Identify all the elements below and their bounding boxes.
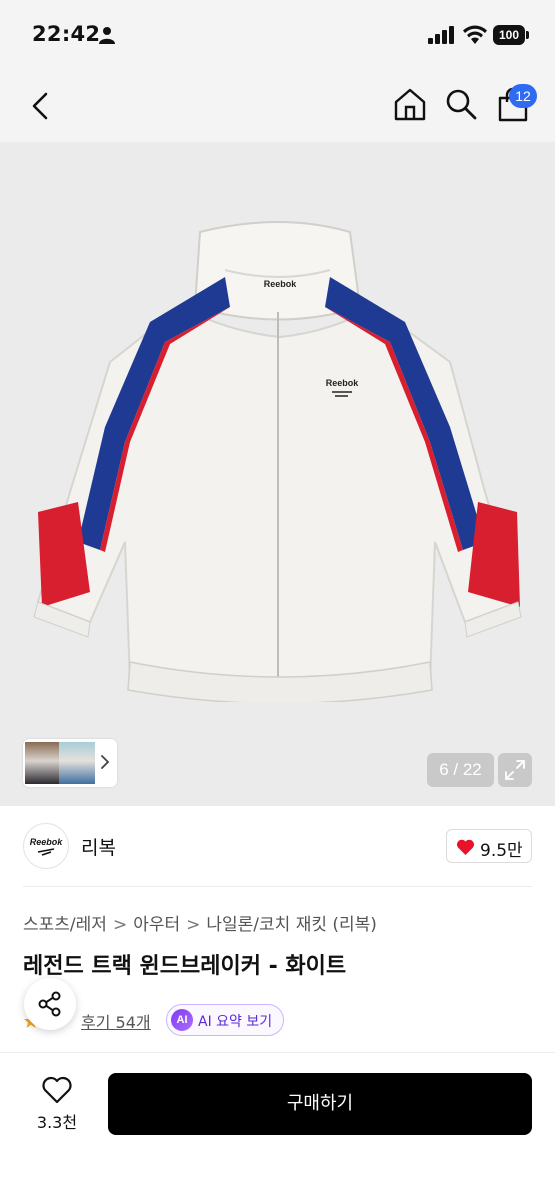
thumbnail-image[interactable] <box>59 742 95 784</box>
brand-like-button[interactable]: 9.5만 <box>446 829 532 863</box>
heart-icon <box>456 839 475 855</box>
signal-icon <box>428 26 454 44</box>
share-icon <box>38 991 61 1017</box>
buy-button[interactable]: 구매하기 <box>108 1073 532 1135</box>
brand-logo[interactable]: Reebok <box>23 823 69 869</box>
home-icon[interactable] <box>392 86 428 122</box>
brand-logo-mark <box>37 848 55 856</box>
chevron-right-icon <box>101 755 110 769</box>
breadcrumb-item[interactable]: 스포츠/레저 <box>23 915 107 935</box>
brand-name[interactable]: 리복 <box>81 833 116 860</box>
reviews-link[interactable]: 후기 54개 <box>81 1009 151 1033</box>
gallery-counter: 6 / 22 <box>427 753 494 787</box>
back-arrow-icon[interactable] <box>26 88 56 124</box>
top-area: 22:42 100 12 <box>0 0 555 142</box>
ai-summary-label: AI 요약 보기 <box>198 1014 273 1030</box>
person-icon <box>99 27 115 44</box>
battery-level: 100 <box>493 25 525 45</box>
brand-like-count: 9.5만 <box>480 841 523 861</box>
gallery-thumbnails[interactable] <box>23 739 117 787</box>
status-bar: 22:42 100 <box>0 0 555 70</box>
thumbnail-image[interactable] <box>25 742 59 784</box>
share-button[interactable] <box>24 978 76 1030</box>
wishlist-count: 3.3천 <box>36 1113 78 1132</box>
expand-button[interactable] <box>498 753 532 787</box>
breadcrumb: 스포츠/레저 > 아우터 > 나일론/코치 재킷 (리복) <box>23 910 377 935</box>
svg-text:Reebok: Reebok <box>264 279 298 289</box>
product-image: Reebok Reebok <box>33 221 522 702</box>
wishlist-button[interactable]: 3.3천 <box>28 1073 86 1133</box>
battery-icon: 100 <box>493 25 529 45</box>
divider <box>23 886 532 887</box>
wifi-icon <box>463 25 487 44</box>
ai-badge: AI <box>171 1009 193 1031</box>
ai-summary-button[interactable]: AI AI 요약 보기 <box>166 1004 284 1036</box>
product-image-gallery[interactable]: Reebok Reebok 6 / 22 <box>0 142 555 806</box>
search-icon[interactable] <box>444 86 478 122</box>
breadcrumb-item[interactable]: 나일론/코치 재킷 (리복) <box>206 915 377 935</box>
svg-text:Reebok: Reebok <box>326 378 360 388</box>
breadcrumb-separator: > <box>186 915 201 935</box>
nav-bar <box>0 70 555 142</box>
product-title: 레전드 트랙 윈드브레이커 - 화이트 <box>23 954 347 979</box>
breadcrumb-item[interactable]: 아우터 <box>133 915 180 935</box>
status-time: 22:42 <box>32 22 101 46</box>
cart-count-badge: 12 <box>509 84 537 108</box>
heart-outline-icon <box>42 1076 72 1104</box>
bottom-action-bar: 3.3천 구매하기 <box>0 1052 555 1200</box>
breadcrumb-separator: > <box>112 915 128 935</box>
expand-icon <box>505 760 525 780</box>
